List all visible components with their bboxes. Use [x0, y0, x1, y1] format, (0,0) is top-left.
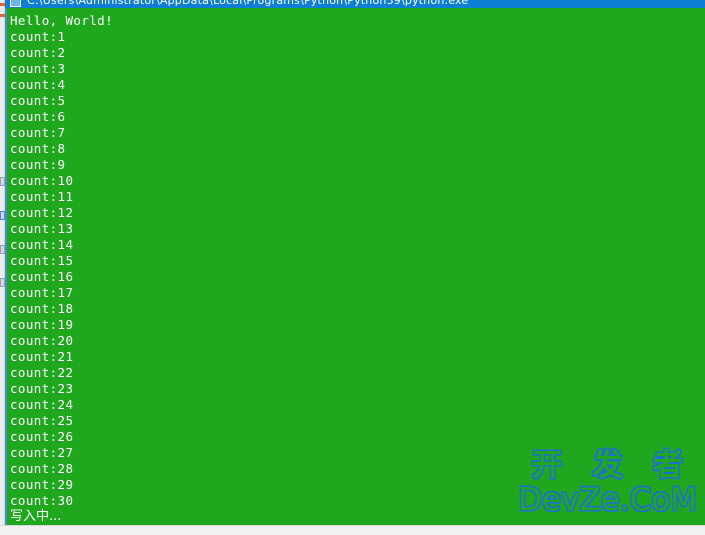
- console-line: 写入中...: [10, 509, 62, 524]
- console-line: count:19: [10, 317, 74, 332]
- console-line: count:2: [10, 45, 66, 60]
- console-line: count:27: [10, 445, 74, 460]
- window-title: C:\Users\Administrator\AppData\Local\Pro…: [27, 0, 469, 7]
- console-line: count:8: [10, 141, 66, 156]
- screen-root: C:\Users\Administrator\AppData\Local\Pro…: [0, 0, 705, 535]
- console-line: count:26: [10, 429, 74, 444]
- console-line: count:5: [10, 93, 66, 108]
- console-line: count:29: [10, 477, 74, 492]
- console-line: count:17: [10, 285, 74, 300]
- console-line: count:23: [10, 381, 74, 396]
- watermark-chinese-text: 开 发 者: [532, 448, 694, 483]
- console-line: count:20: [10, 333, 74, 348]
- console-line: count:3: [10, 61, 66, 76]
- console-line-list: Hello, World! count:1 count:2 count:3 count:…: [10, 13, 113, 525]
- watermark-domain-text: DevZe.CoM: [518, 482, 697, 518]
- console-line: count:22: [10, 365, 74, 380]
- console-line: count:15: [10, 253, 74, 268]
- console-line: count:13: [10, 221, 74, 236]
- window-title-bar[interactable]: C:\Users\Administrator\AppData\Local\Pro…: [5, 0, 705, 8]
- bottom-status-strip: [0, 525, 705, 535]
- console-line: count:6: [10, 109, 66, 124]
- console-line: Hello, World!: [10, 13, 114, 28]
- console-line: count:1: [10, 29, 66, 44]
- console-line: count:24: [10, 397, 74, 412]
- console-line: count:12: [10, 205, 74, 220]
- console-line: count:28: [10, 461, 74, 476]
- console-line: count:4: [10, 77, 66, 92]
- console-output-area[interactable]: Hello, World! count:1 count:2 count:3 count:…: [5, 8, 705, 525]
- console-line: count:11: [10, 189, 74, 204]
- console-line: count:30: [10, 493, 74, 508]
- console-line: count:14: [10, 237, 74, 252]
- console-line: count:25: [10, 413, 74, 428]
- python-app-icon: [10, 0, 21, 7]
- console-line: count:10: [10, 173, 74, 188]
- console-line: count:9: [10, 157, 66, 172]
- console-line: count:16: [10, 269, 74, 284]
- console-line: count:7: [10, 125, 66, 140]
- site-watermark: 开 发 者 DevZe.CoM: [518, 448, 697, 518]
- console-line: count:18: [10, 301, 74, 316]
- console-window[interactable]: C:\Users\Administrator\AppData\Local\Pro…: [5, 0, 705, 525]
- console-line: count:21: [10, 349, 74, 364]
